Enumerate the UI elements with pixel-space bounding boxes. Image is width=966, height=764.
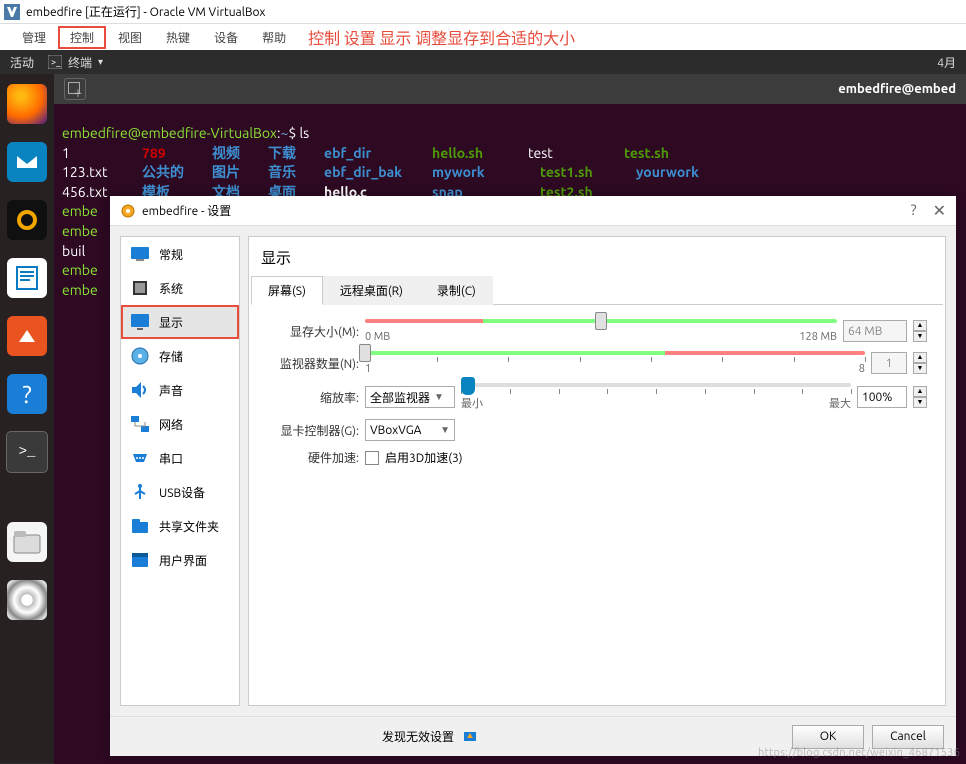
sidebar-item-storage[interactable]: 存储 (121, 339, 239, 373)
vmem-slider[interactable]: 0 MB 128 MB (365, 319, 837, 343)
terminal-prompt: embedfire@embedfire-VirtualBox:~$ ls (62, 124, 958, 144)
tab-record[interactable]: 录制(C) (420, 276, 493, 305)
terminal-icon: >_ (48, 55, 62, 69)
tab-remote[interactable]: 远程桌面(R) (323, 276, 420, 305)
chevron-down-icon: ▾ (98, 56, 103, 68)
active-app-name: 终端 (68, 54, 92, 71)
active-app-menu[interactable]: >_ 终端 ▾ (48, 54, 103, 71)
spin-up-button: ▲ (913, 352, 927, 363)
cancel-button[interactable]: Cancel (872, 725, 944, 749)
dialog-titlebar[interactable]: embedfire - 设置 ? ✕ (110, 196, 956, 226)
hwaccel-label: 硬件加速: (267, 449, 359, 466)
terminal-icon[interactable]: >_ (7, 432, 47, 472)
spin-down-button: ▼ (913, 397, 927, 408)
watermark: https://blog.csdn.net/weixin_46871536 (758, 747, 960, 759)
new-tab-button[interactable]: ＋ (64, 78, 86, 100)
sidebar-item-display[interactable]: 显示 (121, 305, 239, 339)
libreoffice-writer-icon[interactable] (7, 258, 47, 298)
sidebar-item-serial[interactable]: 串口 (121, 441, 239, 475)
help-icon[interactable]: ? (7, 374, 47, 414)
disc-icon[interactable] (7, 580, 47, 620)
scale-value[interactable]: 100% (857, 386, 907, 408)
gear-icon (120, 203, 136, 219)
settings-sidebar: 常规 系统 显示 存储 声音 网络 串口 USB设备 共享文件夹 用户界面 (120, 236, 240, 706)
ls-row: 123.txt公共的图片音乐ebf_dir_bakmyworktest1.shy… (62, 163, 958, 183)
monitors-value[interactable]: 1 (871, 352, 907, 374)
spin-up-button: ▲ (913, 386, 927, 397)
virtualbox-titlebar: embedfire [正在运行] - Oracle VM VirtualBox (0, 0, 966, 24)
spin-up-button: ▲ (913, 320, 927, 331)
firefox-icon[interactable] (7, 84, 47, 124)
sidebar-item-general[interactable]: 常规 (121, 237, 239, 271)
accel3d-checkbox[interactable] (365, 451, 379, 465)
sidebar-item-usb[interactable]: USB设备 (121, 475, 239, 509)
spin-down-button: ▼ (913, 363, 927, 374)
menu-devices[interactable]: 设备 (202, 26, 250, 49)
spin-down-button: ▼ (913, 331, 927, 342)
monitors-spinner[interactable]: ▲▼ (913, 352, 927, 374)
sidebar-item-ui[interactable]: 用户界面 (121, 543, 239, 577)
pane-title: 显示 (249, 237, 945, 276)
menu-manage[interactable]: 管理 (10, 26, 58, 49)
scale-spinner[interactable]: ▲▼ (913, 386, 927, 408)
menu-view[interactable]: 视图 (106, 26, 154, 49)
accel3d-label: 启用3D加速(3) (385, 449, 463, 466)
settings-dialog: embedfire - 设置 ? ✕ 常规 系统 显示 存储 声音 网络 串口 … (110, 196, 956, 756)
sidebar-item-shared[interactable]: 共享文件夹 (121, 509, 239, 543)
ubuntu-topbar: 活动 >_ 终端 ▾ 4月 (0, 50, 966, 74)
close-button[interactable]: ✕ (933, 201, 946, 220)
monitors-label: 监视器数量(N): (267, 355, 359, 372)
vmem-spinner[interactable]: ▲▼ (913, 320, 927, 342)
virtualbox-icon (4, 4, 20, 20)
clock-label[interactable]: 4月 (937, 54, 956, 71)
menu-input[interactable]: 热键 (154, 26, 202, 49)
dialog-title: embedfire - 设置 (142, 202, 231, 219)
vmem-label: 显存大小(M): (267, 323, 359, 340)
sidebar-item-audio[interactable]: 声音 (121, 373, 239, 407)
gpu-combo[interactable]: VBoxVGA▼ (365, 419, 455, 441)
invalid-settings-text: 发现无效设置 (382, 728, 454, 745)
svg-text:>_: >_ (51, 57, 61, 67)
screen-form: 显存大小(M): 0 MB 128 MB 64 MB ▲▼ 监视器数量(N): (249, 305, 945, 488)
settings-main-pane: 显示 屏幕(S) 远程桌面(R) 录制(C) 显存大小(M): 0 MB 128… (248, 236, 946, 706)
sidebar-item-network[interactable]: 网络 (121, 407, 239, 441)
help-button[interactable]: ? (911, 201, 917, 220)
tab-screen[interactable]: 屏幕(S) (251, 276, 323, 305)
ls-row: 1789视频下载ebf_dirhello.shtesttest.sh (62, 144, 958, 164)
scale-label: 缩放率: (267, 389, 359, 406)
vmem-value[interactable]: 64 MB (843, 320, 907, 342)
gpu-label: 显卡控制器(G): (267, 422, 359, 439)
files-icon[interactable] (7, 522, 47, 562)
virtualbox-menubar: 管理 控制 视图 热键 设备 帮助 控制 设置 显示 调整显存到合适的大小 (0, 24, 966, 50)
warning-icon (462, 729, 478, 745)
ok-button[interactable]: OK (792, 725, 864, 749)
ubuntu-launcher: ? >_ (0, 74, 54, 763)
scale-target-combo[interactable]: 全部监视器▼ (365, 386, 455, 408)
scale-slider[interactable]: 最小 最大 (461, 383, 851, 411)
thunderbird-icon[interactable] (7, 142, 47, 182)
monitors-slider[interactable]: 1 8 (365, 351, 865, 375)
virtualbox-title: embedfire [正在运行] - Oracle VM VirtualBox (26, 3, 265, 20)
menu-machine[interactable]: 控制 (58, 26, 106, 49)
rhythmbox-icon[interactable] (7, 200, 47, 240)
terminal-header: ＋ embedfire@embed (54, 74, 966, 104)
display-tabs: 屏幕(S) 远程桌面(R) 录制(C) (251, 276, 943, 305)
annotation-text: 控制 设置 显示 调整显存到合适的大小 (308, 25, 575, 49)
sidebar-item-system[interactable]: 系统 (121, 271, 239, 305)
ubuntu-software-icon[interactable] (7, 316, 47, 356)
menu-help[interactable]: 帮助 (250, 26, 298, 49)
terminal-title: embedfire@embed (838, 82, 956, 96)
activities-button[interactable]: 活动 (10, 54, 34, 71)
